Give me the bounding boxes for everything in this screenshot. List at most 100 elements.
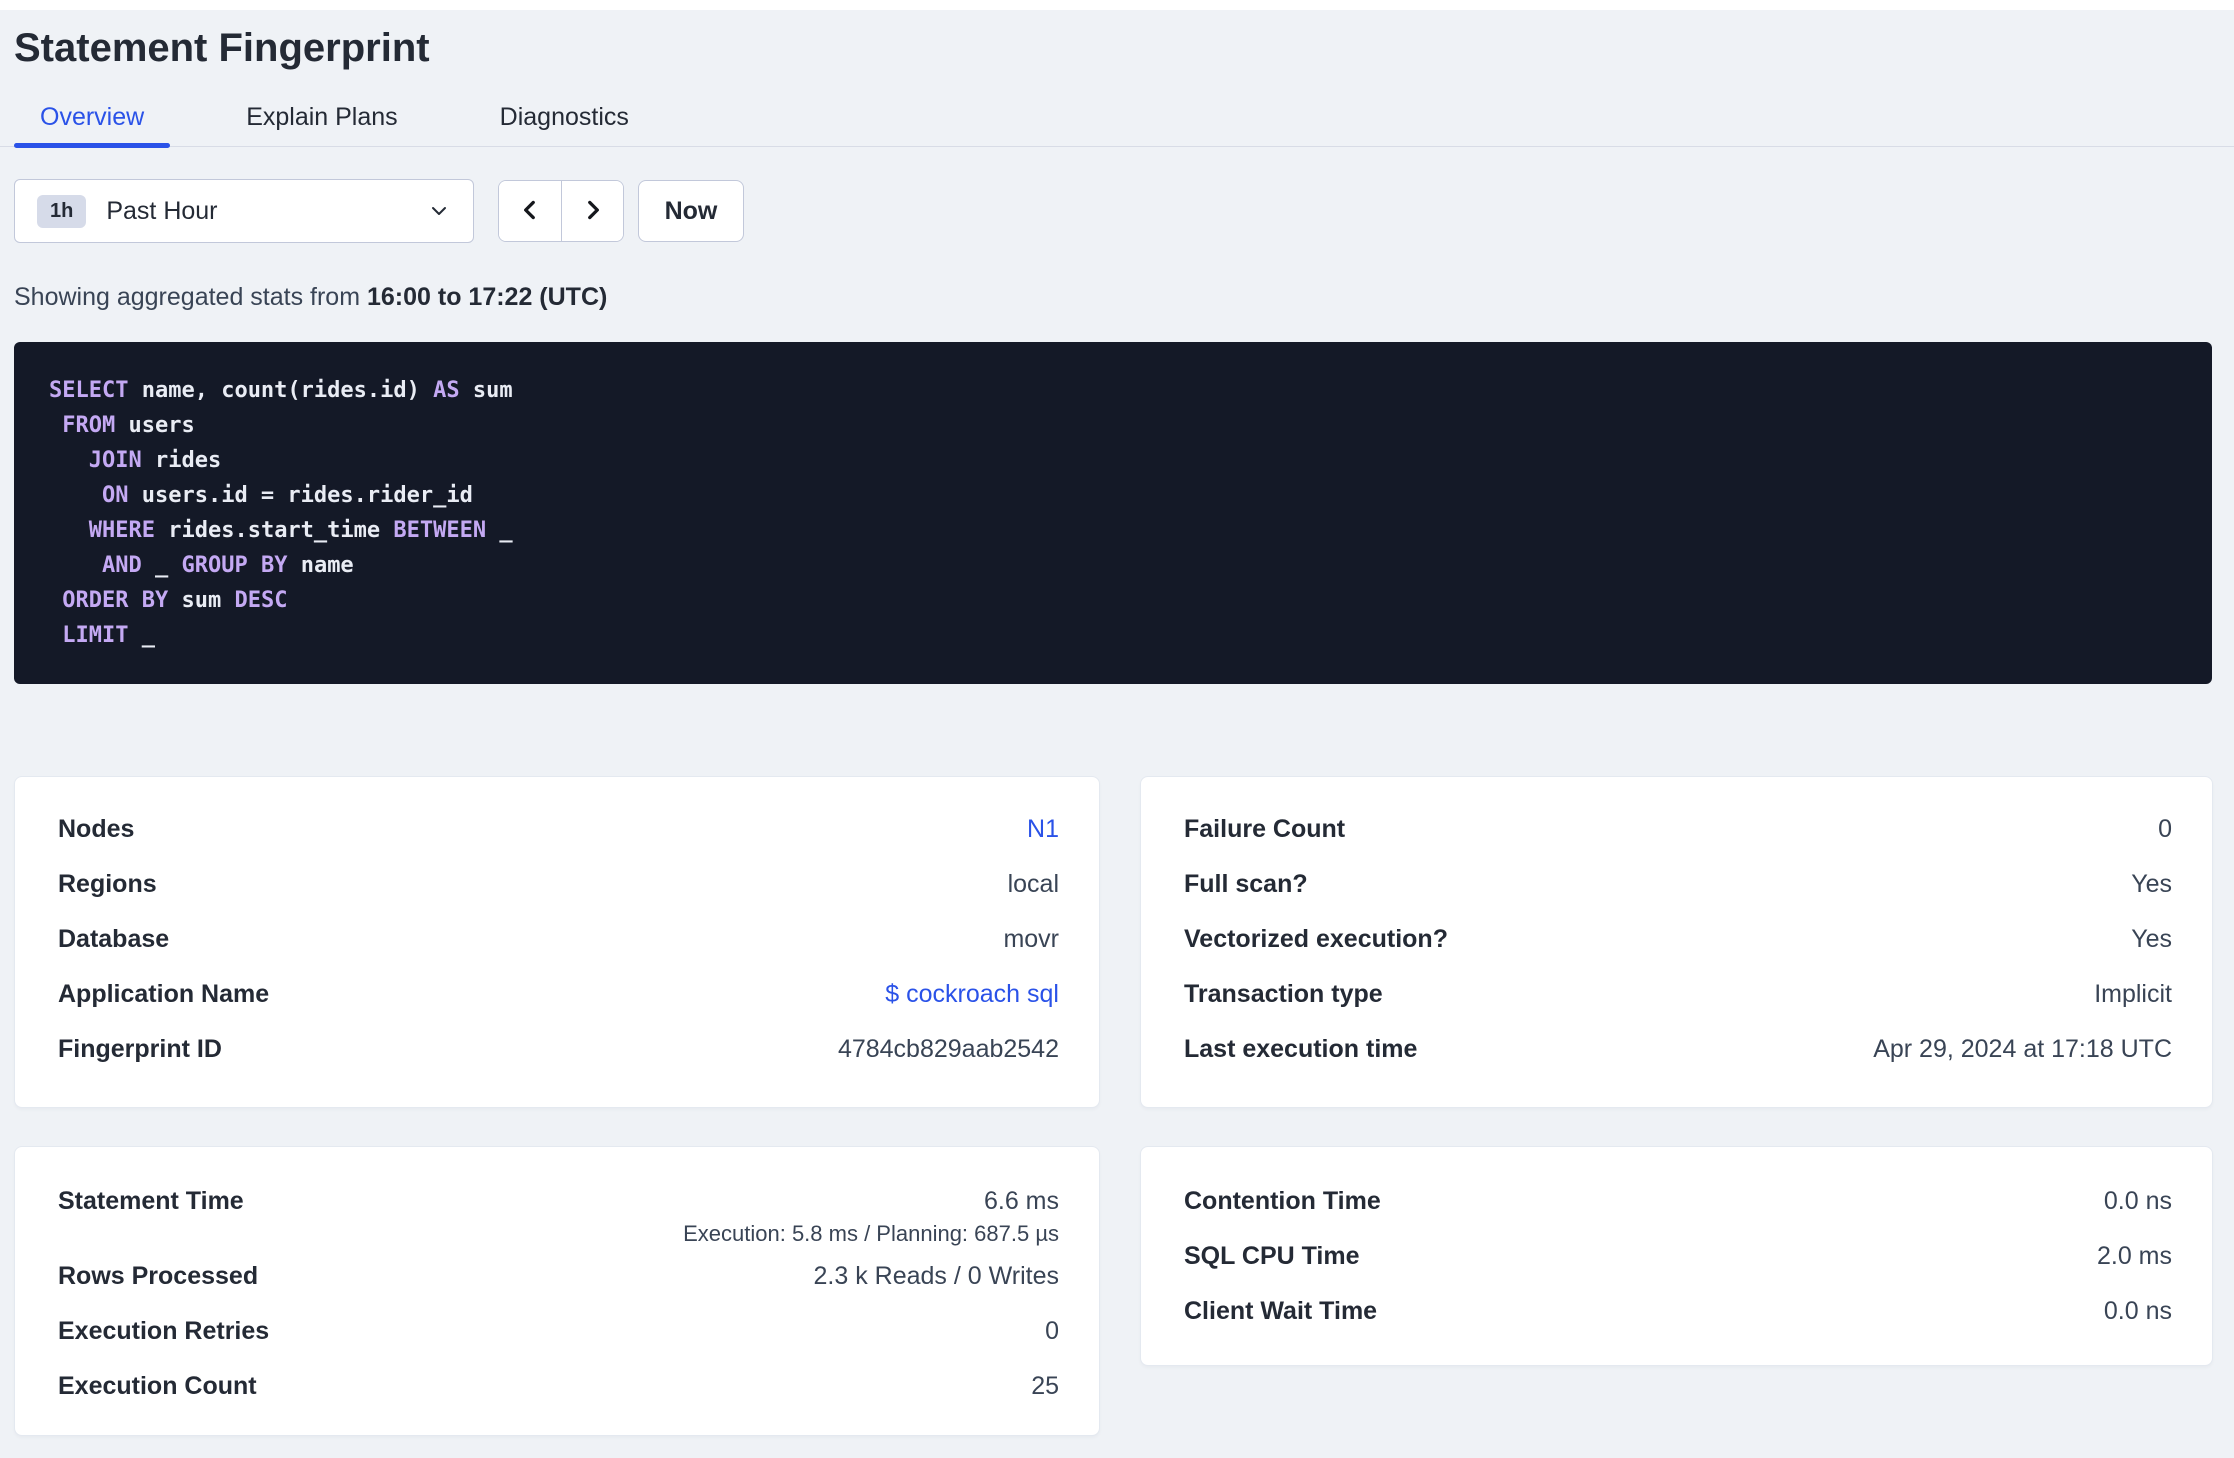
row-value: 0 xyxy=(2158,815,2172,843)
table-row: Nodes N1 xyxy=(15,802,1099,857)
row-label: Regions xyxy=(58,870,157,898)
sql-keyword: FROM xyxy=(62,413,116,438)
time-range-badge: 1h xyxy=(37,194,87,228)
sql-text: name xyxy=(287,553,354,578)
table-row: Database movr xyxy=(15,912,1099,967)
row-label: Execution Count xyxy=(58,1372,257,1400)
row-value: 0.0 ns xyxy=(2103,1297,2172,1325)
statement-fingerprint-page: Statement Fingerprint Overview Explain Pl… xyxy=(0,26,2234,1436)
row-label: Nodes xyxy=(58,815,135,843)
sql-text: users.id = rides.rider_id xyxy=(128,483,473,508)
application-name-link[interactable]: $ cockroach sql xyxy=(885,980,1059,1009)
page-title: Statement Fingerprint xyxy=(14,26,430,70)
time-range-dropdown[interactable]: 1h Past Hour xyxy=(14,179,474,243)
row-subtext: Execution: 5.8 ms / Planning: 687.5 µs xyxy=(683,1221,1059,1246)
sql-text: _ xyxy=(486,518,513,543)
sql-text: users xyxy=(115,413,195,438)
sql-keyword: BETWEEN xyxy=(393,518,487,543)
sql-line: FROM users xyxy=(49,408,2182,443)
sql-statement-box: SELECT name, count(rides.id) AS sum FROM… xyxy=(14,342,2212,684)
nodes-link[interactable]: N1 xyxy=(1027,815,1059,844)
table-row: Execution Count 25 xyxy=(15,1359,1099,1414)
prev-time-button[interactable] xyxy=(499,181,561,241)
sql-text: sum xyxy=(459,378,513,403)
tab-diagnostics[interactable]: Diagnostics xyxy=(474,100,655,146)
row-label: Client Wait Time xyxy=(1184,1297,1378,1325)
table-row: Fingerprint ID 4784cb829aab2542 xyxy=(15,1022,1099,1077)
stats-cards-row: Statement Time 6.6 ms Execution: 5.8 ms / … xyxy=(14,1146,2213,1436)
row-label: Failure Count xyxy=(1184,815,1346,843)
sql-keyword: DESC xyxy=(234,588,288,613)
sql-line: ON users.id = rides.rider_id xyxy=(49,478,2182,513)
row-label: Last execution time xyxy=(1184,1035,1418,1063)
sql-keyword: GROUP BY xyxy=(181,553,288,578)
row-value: 0.0 ns xyxy=(2103,1187,2172,1215)
row-value: 2.3 k Reads / 0 Writes xyxy=(813,1262,1059,1290)
row-value: Yes xyxy=(2131,925,2172,953)
sql-text: name, count(rides.id) xyxy=(128,378,434,403)
wait-time-card: Contention Time 0.0 ns SQL CPU Time 2.0 ms C… xyxy=(1140,1146,2213,1366)
execution-attributes-card: Failure Count 0 Full scan? Yes Vectorized ex… xyxy=(1140,776,2213,1108)
aggregated-stats-range: 16:00 to 17:22 (UTC) xyxy=(366,283,608,311)
sql-keyword: ON xyxy=(101,483,129,508)
sql-text: _ xyxy=(141,553,182,578)
top-strip xyxy=(0,0,2234,10)
chevron-down-icon xyxy=(427,199,451,223)
sql-line: SELECT name, count(rides.id) AS sum xyxy=(49,373,2182,408)
row-label: Contention Time xyxy=(1184,1187,1381,1215)
sql-keyword: SELECT xyxy=(49,378,129,403)
aggregated-stats-line: Showing aggregated stats from 16:00 to 1… xyxy=(14,283,2212,312)
row-label: Application Name xyxy=(58,980,270,1008)
row-label: Fingerprint ID xyxy=(58,1035,222,1063)
time-range-label: Past Hour xyxy=(106,196,218,225)
sql-code: SELECT name, count(rides.id) AS sum FROM… xyxy=(49,373,2182,653)
row-value: movr xyxy=(1003,925,1059,953)
now-button[interactable]: Now xyxy=(638,180,744,242)
row-label: Transaction type xyxy=(1184,980,1383,1008)
next-time-button[interactable] xyxy=(561,181,623,241)
sql-line: AND _ GROUP BY name xyxy=(49,548,2182,583)
tab-overview[interactable]: Overview xyxy=(14,100,171,148)
aggregated-stats-prefix: Showing aggregated stats from xyxy=(14,283,367,311)
row-value: local xyxy=(1007,870,1059,898)
chevron-right-icon xyxy=(580,197,606,226)
table-row: Last execution time Apr 29, 2024 at 17:18… xyxy=(1141,1022,2212,1077)
sql-keyword: WHERE xyxy=(88,518,155,543)
row-label: Full scan? xyxy=(1184,870,1308,898)
table-row: Vectorized execution? Yes xyxy=(1141,912,2212,967)
row-label: Rows Processed xyxy=(58,1262,259,1290)
sql-keyword: LIMIT xyxy=(62,623,129,648)
row-value: 6.6 ms xyxy=(983,1187,1059,1215)
table-row: Regions local xyxy=(15,857,1099,912)
row-label: Database xyxy=(58,925,170,953)
row-value: 25 xyxy=(1031,1372,1059,1400)
row-label: SQL CPU Time xyxy=(1184,1242,1360,1270)
details-cards-row: Nodes N1 Regions local Database movr Applicati… xyxy=(14,776,2213,1108)
sql-line: WHERE rides.start_time BETWEEN _ xyxy=(49,513,2182,548)
table-row: Full scan? Yes xyxy=(1141,857,2212,912)
table-row: Rows Processed 2.3 k Reads / 0 Writes xyxy=(15,1249,1099,1304)
row-value: 2.0 ms xyxy=(2096,1242,2172,1270)
sql-text: sum xyxy=(168,588,235,613)
row-value: Apr 29, 2024 at 17:18 UTC xyxy=(1873,1035,2172,1063)
row-value: 0 xyxy=(1045,1317,1059,1345)
tab-bar: Overview Explain Plans Diagnostics xyxy=(0,100,2234,148)
chevron-left-icon xyxy=(517,197,543,226)
table-row: Client Wait Time 0.0 ns xyxy=(1141,1284,2212,1339)
statement-time-card: Statement Time 6.6 ms Execution: 5.8 ms / … xyxy=(14,1146,1100,1436)
sql-text: _ xyxy=(128,623,155,648)
table-row: Failure Count 0 xyxy=(1141,802,2212,857)
tabs: Overview Explain Plans Diagnostics xyxy=(14,100,2212,148)
row-label: Execution Retries xyxy=(58,1317,270,1345)
row-value: Implicit xyxy=(2094,980,2172,1008)
tab-explain-plans[interactable]: Explain Plans xyxy=(220,100,423,146)
table-row: Transaction type Implicit xyxy=(1141,967,2212,1022)
row-label: Statement Time xyxy=(58,1187,244,1215)
sql-line: LIMIT _ xyxy=(49,618,2182,653)
time-controls: 1h Past Hour Now xyxy=(14,179,2212,243)
